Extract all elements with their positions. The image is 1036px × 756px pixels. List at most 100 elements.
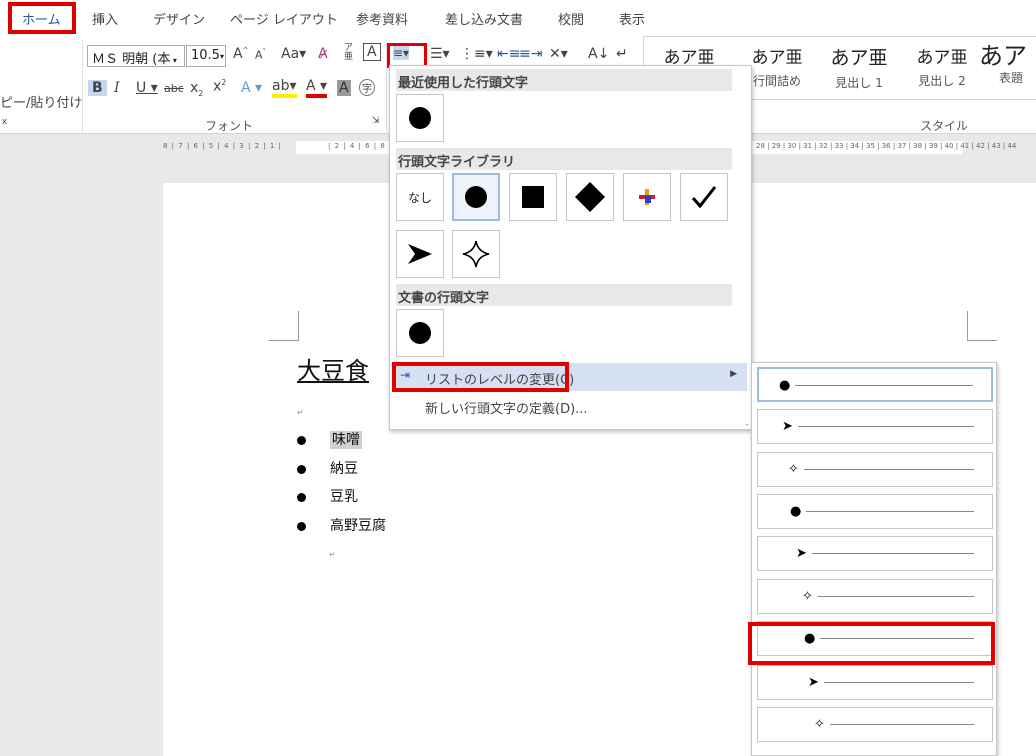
font-size-box[interactable]: 10.5▾ (186, 45, 226, 67)
italic-icon[interactable]: I (114, 80, 120, 96)
bullet-arrowhead[interactable] (396, 230, 444, 278)
bullet-library-header: 行頭文字ライブラリ (396, 148, 732, 170)
filled-square-icon (522, 186, 544, 208)
style-name: 表題 (999, 71, 1024, 85)
bullet-star[interactable] (452, 230, 500, 278)
highlight-color-icon[interactable]: ab▾ (272, 78, 297, 98)
colored-cross-icon (639, 189, 655, 205)
style-name: 見出し 2 (918, 74, 966, 88)
enclose-char-icon[interactable]: 字 (359, 79, 375, 96)
margin-corner (269, 311, 299, 341)
clear-format-icon[interactable]: A̷ (318, 46, 328, 62)
numbering-icon[interactable]: ☰▾ (430, 46, 450, 62)
paragraph-mark: ↵ (329, 550, 336, 559)
increase-indent-icon[interactable]: ≡⇥ (519, 46, 542, 62)
bullet-none[interactable]: なし (396, 173, 444, 221)
level-option[interactable]: ➤ (757, 536, 993, 571)
level-option[interactable]: ➤ (757, 665, 993, 700)
list-item[interactable]: 納豆 (297, 458, 358, 478)
bullet-diamond[interactable] (566, 173, 614, 221)
multilevel-list-icon[interactable]: ⋮≡▾ (460, 46, 493, 62)
list-item[interactable]: 豆乳 (297, 486, 358, 506)
four-point-star-icon (462, 240, 490, 268)
bullet-square[interactable] (509, 173, 557, 221)
shrink-font-icon[interactable]: A˅ (255, 48, 266, 62)
margin-corner (967, 311, 997, 341)
subscript-icon[interactable]: x2 (190, 80, 203, 98)
sort-icon[interactable]: A↓ (588, 46, 609, 62)
change-case-icon[interactable]: Aa▾ (281, 46, 306, 62)
level-option[interactable]: ✧ (757, 452, 993, 487)
list-item[interactable]: 味噌 (297, 429, 362, 449)
font-launcher-icon[interactable]: ⇲ (372, 116, 380, 126)
level-bullet: ● (790, 504, 802, 519)
font-name-box[interactable]: ＭＳ 明朝 (本 ▾ (87, 45, 185, 67)
font-color-icon[interactable]: A ▾ (306, 78, 328, 98)
style-heading-1[interactable]: あア亜 見出し 1 (816, 43, 902, 91)
define-new-bullet-label: 新しい行頭文字の定義(D)... (425, 402, 588, 417)
style-heading-2[interactable]: あア亜 見出し 2 (899, 43, 985, 89)
decrease-indent-icon[interactable]: ⇤≡ (497, 46, 520, 62)
level-bullet: ✧ (802, 589, 813, 604)
bullet-checkmark[interactable] (680, 173, 728, 221)
level-option[interactable]: ✧ (757, 579, 993, 614)
tab-insert[interactable]: 挿入 (92, 9, 118, 28)
list-level-submenu: ● ➤ ✧ ● ➤ ✧ ● ➤ ✧ (751, 362, 997, 756)
bullet-icon (297, 492, 306, 502)
filled-circle-icon (465, 186, 487, 208)
resize-grip-icon[interactable]: ⠠ (742, 419, 749, 429)
diamond-icon (575, 182, 605, 212)
ruler-right-numbers: | 2 | 4 | 6 | 8 | (328, 142, 393, 150)
text-effects-icon[interactable]: A ▾ (241, 80, 262, 96)
superscript-icon[interactable]: x2 (213, 78, 226, 95)
paste-label[interactable]: ピー/貼り付け (0, 92, 82, 111)
char-border-icon[interactable]: A (363, 43, 381, 61)
bullet-circle[interactable] (452, 173, 500, 221)
style-name: 見出し 1 (835, 76, 883, 90)
document-bullet-dot[interactable] (396, 309, 444, 357)
clipboard-launcher-icon[interactable]: ｘ (0, 114, 9, 127)
font-group-label: フォント (205, 119, 254, 133)
tab-view[interactable]: 表示 (619, 9, 645, 28)
ruler-far-numbers: 28 | 29 | 30 | 31 | 32 | 33 | 34 | 35 | … (756, 142, 1017, 150)
tab-references[interactable]: 参考資料 (356, 9, 408, 28)
recent-bullet-dot[interactable] (396, 94, 444, 142)
level-option[interactable]: ● (757, 494, 993, 529)
char-shading-icon[interactable]: A (337, 80, 351, 96)
change-level-highlight (392, 362, 569, 392)
home-tab-highlight (8, 2, 76, 34)
recent-bullets-header: 最近使用した行頭文字 (396, 69, 732, 91)
define-new-bullet-item[interactable]: 新しい行頭文字の定義(D)... (393, 392, 747, 420)
tab-page-layout[interactable]: ページ レイアウト (230, 9, 338, 28)
ribbon-tabs: ホーム 挿入 デザイン ページ レイアウト 参考資料 差し込み文書 校閲 表示 (0, 0, 1036, 36)
tab-design[interactable]: デザイン (153, 9, 205, 28)
tab-review[interactable]: 校閲 (558, 9, 584, 28)
level-bullet: ✧ (788, 462, 799, 477)
level-option[interactable]: ● (757, 367, 993, 402)
filled-circle-icon (409, 322, 431, 344)
grow-font-icon[interactable]: A^ (233, 46, 248, 62)
chevron-down-icon: ▾ (219, 52, 224, 61)
underline-icon[interactable]: U ▾ (136, 80, 158, 96)
show-marks-icon[interactable]: ↵ (616, 46, 628, 62)
style-preview: あア亜 (916, 48, 968, 68)
bullet-icon (297, 521, 306, 531)
font-size: 10.5 (191, 48, 220, 63)
strikethrough-icon[interactable]: abc (164, 82, 184, 95)
bullet-cross[interactable] (623, 173, 671, 221)
bold-icon[interactable]: B (88, 80, 107, 96)
checkmark-icon (691, 186, 717, 209)
level-bullet: ✧ (814, 717, 825, 732)
list-item[interactable]: 高野豆腐 (297, 515, 386, 535)
styles-group-label: スタイル (920, 119, 969, 133)
style-title[interactable]: あア 表題 (979, 43, 1036, 86)
level-bullet: ● (779, 378, 791, 393)
document-title: 大豆食 (297, 357, 369, 385)
level-option[interactable]: ✧ (757, 707, 993, 742)
asian-layout-icon[interactable]: ✕▾ (549, 46, 568, 62)
separator (82, 40, 83, 132)
level-option[interactable]: ➤ (757, 409, 993, 444)
tab-mailings[interactable]: 差し込み文書 (445, 9, 523, 28)
level-bullet: ➤ (782, 419, 793, 434)
phonetic-guide-icon[interactable]: ア亜 (344, 44, 353, 62)
